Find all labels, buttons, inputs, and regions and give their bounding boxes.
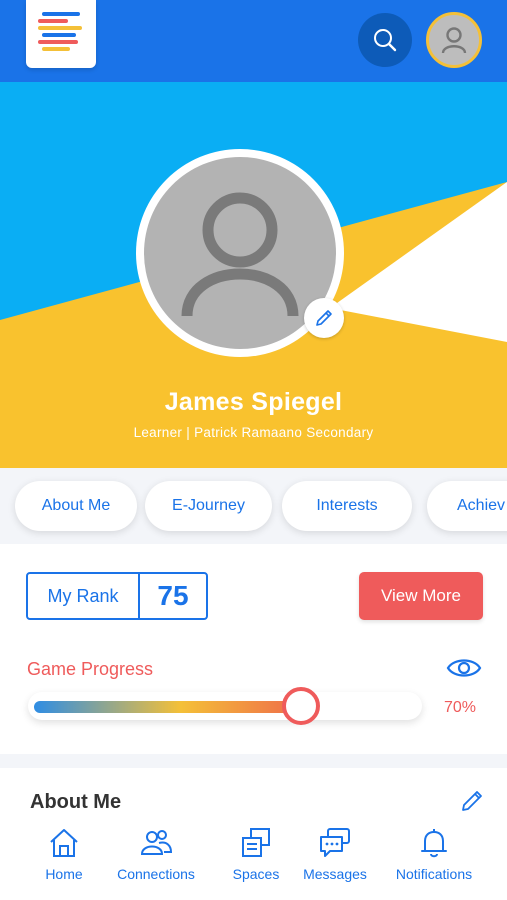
search-icon (374, 29, 397, 52)
nav-connections[interactable]: Connections (108, 826, 204, 882)
nav-notifications-label: Notifications (395, 866, 473, 882)
pencil-icon (316, 310, 332, 326)
profile-subtitle: Learner | Patrick Ramaano Secondary (133, 425, 374, 440)
tab-about-me[interactable]: About Me (15, 481, 137, 531)
nav-notifications[interactable]: Notifications (384, 826, 484, 882)
messages-icon (320, 828, 350, 857)
profile-name: James Spiegel (164, 388, 343, 416)
nav-messages[interactable]: Messages (296, 826, 374, 882)
home-icon (50, 829, 78, 857)
top-app-bar (0, 0, 507, 82)
rank-progress-card: My Rank 75 View More Game Progress 70% (0, 548, 507, 754)
game-progress-percent: 70% (444, 699, 477, 716)
profile-hero: James Spiegel Learner | Patrick Ramaano … (0, 82, 507, 468)
menu-logo-icon[interactable] (26, 0, 96, 68)
tab-interests[interactable]: Interests (282, 481, 412, 531)
my-rank-box: My Rank 75 (26, 572, 208, 620)
nav-messages-label: Messages (303, 866, 367, 882)
game-progress-fill (34, 701, 302, 713)
connections-icon (140, 830, 173, 855)
my-rank-label: My Rank (28, 574, 140, 618)
bell-icon (421, 829, 447, 858)
nav-home[interactable]: Home (34, 826, 94, 882)
edit-photo-button[interactable] (304, 298, 344, 338)
game-progress-label: Game Progress (27, 659, 154, 679)
user-placeholder-icon (181, 192, 299, 317)
search-button[interactable] (358, 13, 412, 67)
bottom-navigation: Home Connections Spaces Messages Notific… (0, 814, 507, 900)
nav-connections-label: Connections (117, 866, 195, 882)
tab-achievements[interactable]: Achiev (427, 481, 507, 531)
game-progress-knob[interactable] (282, 687, 321, 725)
tab-e-journey[interactable]: E-Journey (145, 481, 272, 531)
eye-icon[interactable] (446, 656, 482, 680)
pencil-icon[interactable] (459, 788, 485, 814)
my-rank-value: 75 (157, 580, 189, 611)
user-avatar-button[interactable] (426, 12, 482, 68)
view-more-button[interactable]: View More (359, 572, 483, 620)
spaces-icon (242, 828, 270, 857)
nav-spaces[interactable]: Spaces (226, 826, 286, 882)
nav-spaces-label: Spaces (232, 866, 280, 882)
about-me-heading: About Me (30, 791, 122, 813)
game-progress-track (28, 687, 422, 725)
nav-home-label: Home (45, 866, 83, 882)
user-avatar-icon (441, 27, 467, 54)
section-divider (0, 754, 507, 768)
profile-tabs: About Me E-Journey Interests Achiev (0, 468, 507, 544)
